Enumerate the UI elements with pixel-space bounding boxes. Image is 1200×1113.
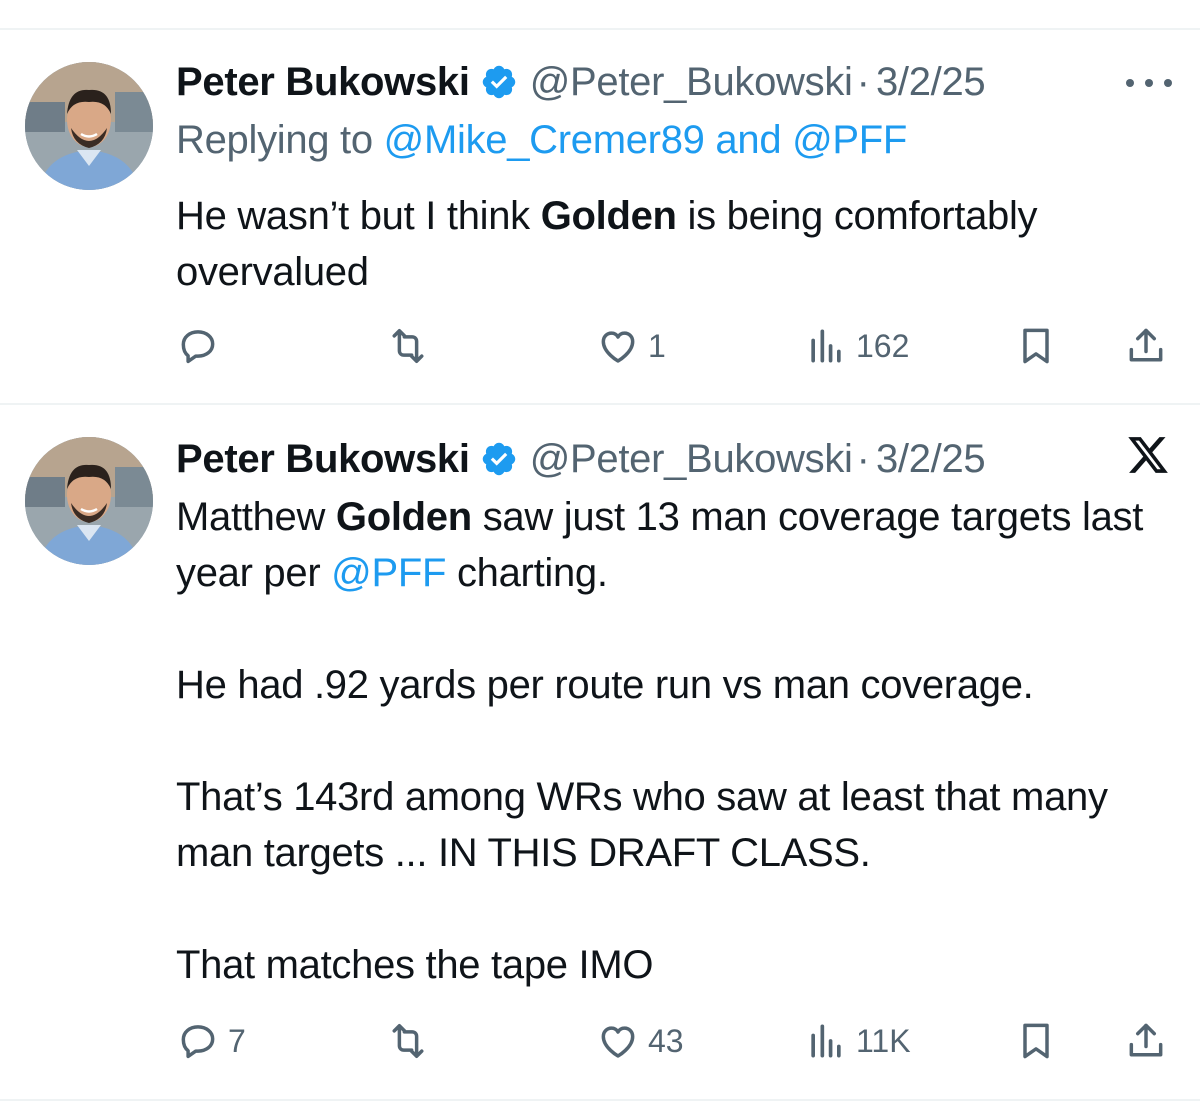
reply-count: 7 [228, 1022, 246, 1059]
avatar[interactable] [25, 437, 153, 565]
retweet-button[interactable] [386, 316, 438, 376]
retweet-icon [392, 329, 424, 363]
replying-to: Replying to @Mike_Cremer89 and @PFF [176, 118, 907, 163]
views-button[interactable]: 11K [804, 1011, 911, 1071]
tweet-paragraph: He had .92 yards per route run vs man co… [176, 663, 1034, 707]
tweet-header: Peter Bukowski @Peter_Bukowski · 3/2/25 [176, 54, 986, 110]
like-button[interactable]: 43 [596, 1011, 684, 1071]
tweet-divider [0, 403, 1200, 405]
heart-icon [601, 331, 635, 363]
reply-icon [181, 330, 215, 364]
author-name[interactable]: Peter Bukowski [176, 437, 470, 482]
mention-link[interactable]: @PFF [792, 118, 907, 162]
retweet-button[interactable] [386, 1011, 438, 1071]
retweet-icon [392, 1024, 424, 1058]
tweet-date[interactable]: 3/2/25 [876, 437, 986, 482]
tweet-text: Matthew Golden saw just 13 man coverage … [176, 489, 1176, 993]
mention-link[interactable]: @PFF [331, 551, 446, 595]
separator-dot: · [856, 436, 870, 481]
reply-button[interactable] [176, 316, 228, 376]
top-divider [0, 28, 1200, 30]
bold-keyword: Golden [335, 495, 472, 539]
tweet-date[interactable]: 3/2/25 [876, 60, 986, 105]
author-name[interactable]: Peter Bukowski [176, 60, 470, 105]
action-bar: 7 43 11K [0, 1011, 1200, 1071]
tweet-paragraph: Matthew Golden saw just 13 man coverage … [176, 495, 1144, 595]
tweet-text: He wasn’t but I think Golden is being co… [176, 188, 1176, 300]
reply-icon [181, 1025, 215, 1059]
bookmark-icon [1023, 1023, 1049, 1059]
bookmark-button[interactable] [1014, 316, 1058, 376]
tweet-paragraph-spacer [176, 601, 1176, 657]
bookmark-button[interactable] [1014, 1011, 1058, 1071]
author-handle[interactable]: @Peter_Bukowski [530, 60, 853, 105]
share-button[interactable] [1124, 316, 1168, 376]
views-button[interactable]: 162 [804, 316, 909, 376]
heart-icon [601, 1026, 635, 1058]
bottom-divider [0, 1099, 1200, 1101]
share-button[interactable] [1124, 1011, 1168, 1071]
verified-badge-icon [482, 442, 515, 476]
tweet-paragraph: That’s 143rd among WRs who saw at least … [176, 775, 1108, 875]
view-count: 11K [856, 1022, 911, 1059]
avatar[interactable] [25, 62, 153, 190]
share-icon [1129, 328, 1163, 362]
bold-keyword: Golden [540, 194, 677, 238]
tweet-paragraph-spacer [176, 713, 1176, 769]
view-count: 162 [856, 327, 910, 364]
separator-dot: · [856, 59, 870, 104]
tweet-paragraph: That matches the tape IMO [176, 943, 654, 987]
tweet-paragraph: He wasn’t but I think Golden is being co… [176, 194, 1038, 294]
tweet-paragraph-spacer [176, 881, 1176, 937]
mention-link[interactable]: @Mike_Cremer89 [384, 118, 705, 162]
like-count: 43 [648, 1022, 684, 1059]
reply-and: and [715, 118, 782, 162]
like-count: 1 [648, 327, 666, 364]
share-icon [1129, 1023, 1163, 1057]
action-bar: 1 162 [0, 316, 1200, 376]
views-icon [811, 329, 841, 363]
more-options-icon[interactable] [1126, 68, 1172, 98]
like-button[interactable]: 1 [596, 316, 666, 376]
tweet-original[interactable]: Peter Bukowski @Peter_Bukowski · 3/2/25 … [0, 431, 1200, 1081]
tweet-reply[interactable]: Peter Bukowski @Peter_Bukowski · 3/2/25 … [0, 54, 1200, 394]
author-handle[interactable]: @Peter_Bukowski [530, 437, 853, 482]
bookmark-icon [1023, 328, 1049, 364]
reply-button[interactable]: 7 [176, 1011, 246, 1071]
tweet-header: Peter Bukowski @Peter_Bukowski · 3/2/25 [176, 431, 986, 487]
views-icon [811, 1024, 841, 1058]
x-logo-icon [1128, 437, 1168, 473]
verified-badge-icon [482, 65, 515, 99]
replying-label: Replying to [176, 118, 373, 162]
